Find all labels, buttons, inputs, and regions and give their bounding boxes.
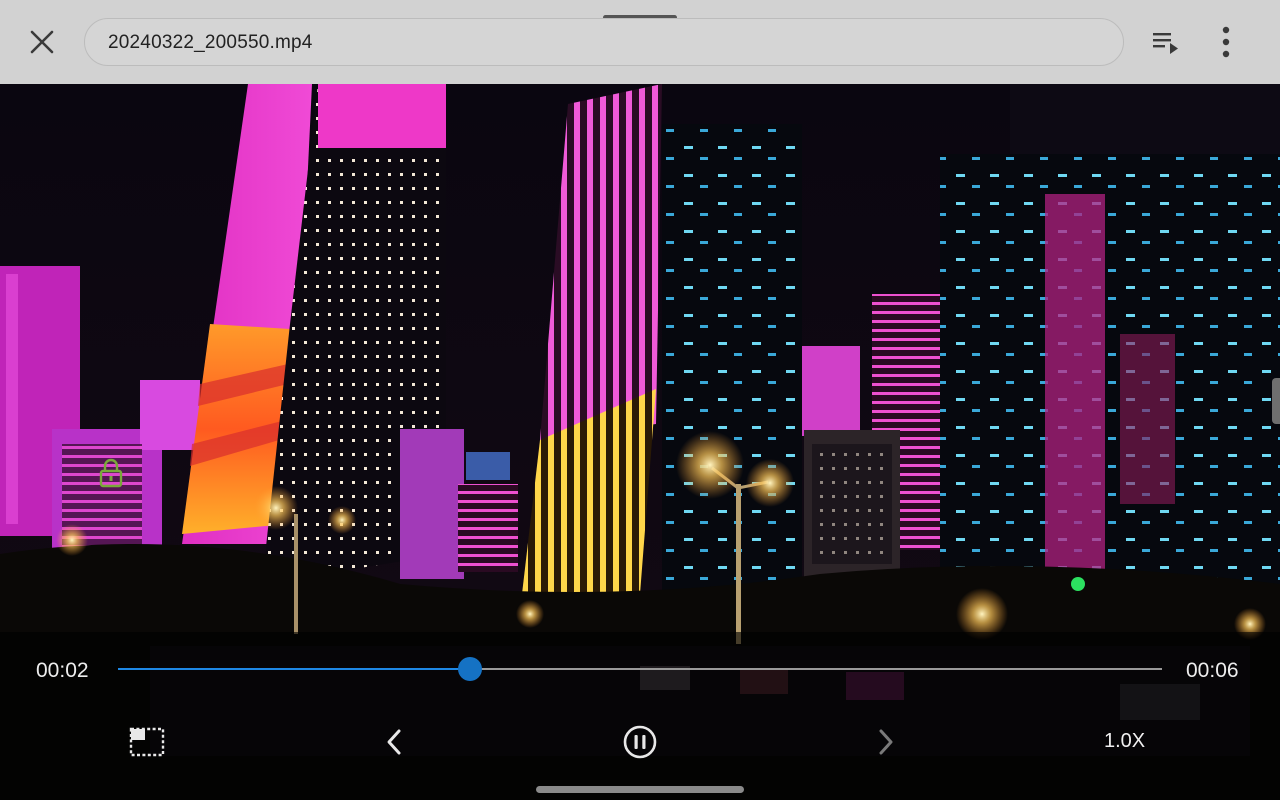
- next-button[interactable]: [864, 720, 908, 764]
- seek-bar[interactable]: [118, 657, 1162, 681]
- seek-bar-played: [118, 668, 470, 670]
- previous-button[interactable]: [372, 720, 416, 764]
- playback-controls: 00:02 00:06 1.0X: [0, 632, 1280, 800]
- playlist-button[interactable]: [1146, 22, 1186, 62]
- close-button[interactable]: [22, 22, 62, 62]
- gesture-home-bar: [536, 786, 744, 793]
- current-time: 00:02: [36, 659, 89, 682]
- top-bar: 20240322_200550.mp4: [0, 0, 1280, 84]
- side-panel-handle[interactable]: [1272, 378, 1280, 424]
- close-icon: [30, 30, 54, 54]
- chevron-right-icon: [879, 729, 893, 755]
- pause-button[interactable]: [618, 720, 662, 764]
- file-name: 20240322_200550.mp4: [108, 32, 313, 53]
- file-title-bar[interactable]: 20240322_200550.mp4: [84, 18, 1124, 66]
- more-vert-icon: [1222, 26, 1230, 58]
- playback-speed-button[interactable]: 1.0X: [1104, 730, 1145, 753]
- aspect-ratio-icon: [129, 727, 165, 757]
- seek-thumb[interactable]: [457, 657, 482, 681]
- more-options-button[interactable]: [1206, 22, 1246, 62]
- chevron-left-icon: [387, 729, 401, 755]
- aspect-ratio-button[interactable]: [125, 720, 169, 764]
- pause-circle-icon: [623, 725, 657, 759]
- lock-icon: [99, 458, 123, 488]
- total-duration: 00:06: [1186, 659, 1239, 682]
- playlist-play-icon: [1153, 33, 1178, 54]
- lock-screen-button[interactable]: [96, 456, 126, 490]
